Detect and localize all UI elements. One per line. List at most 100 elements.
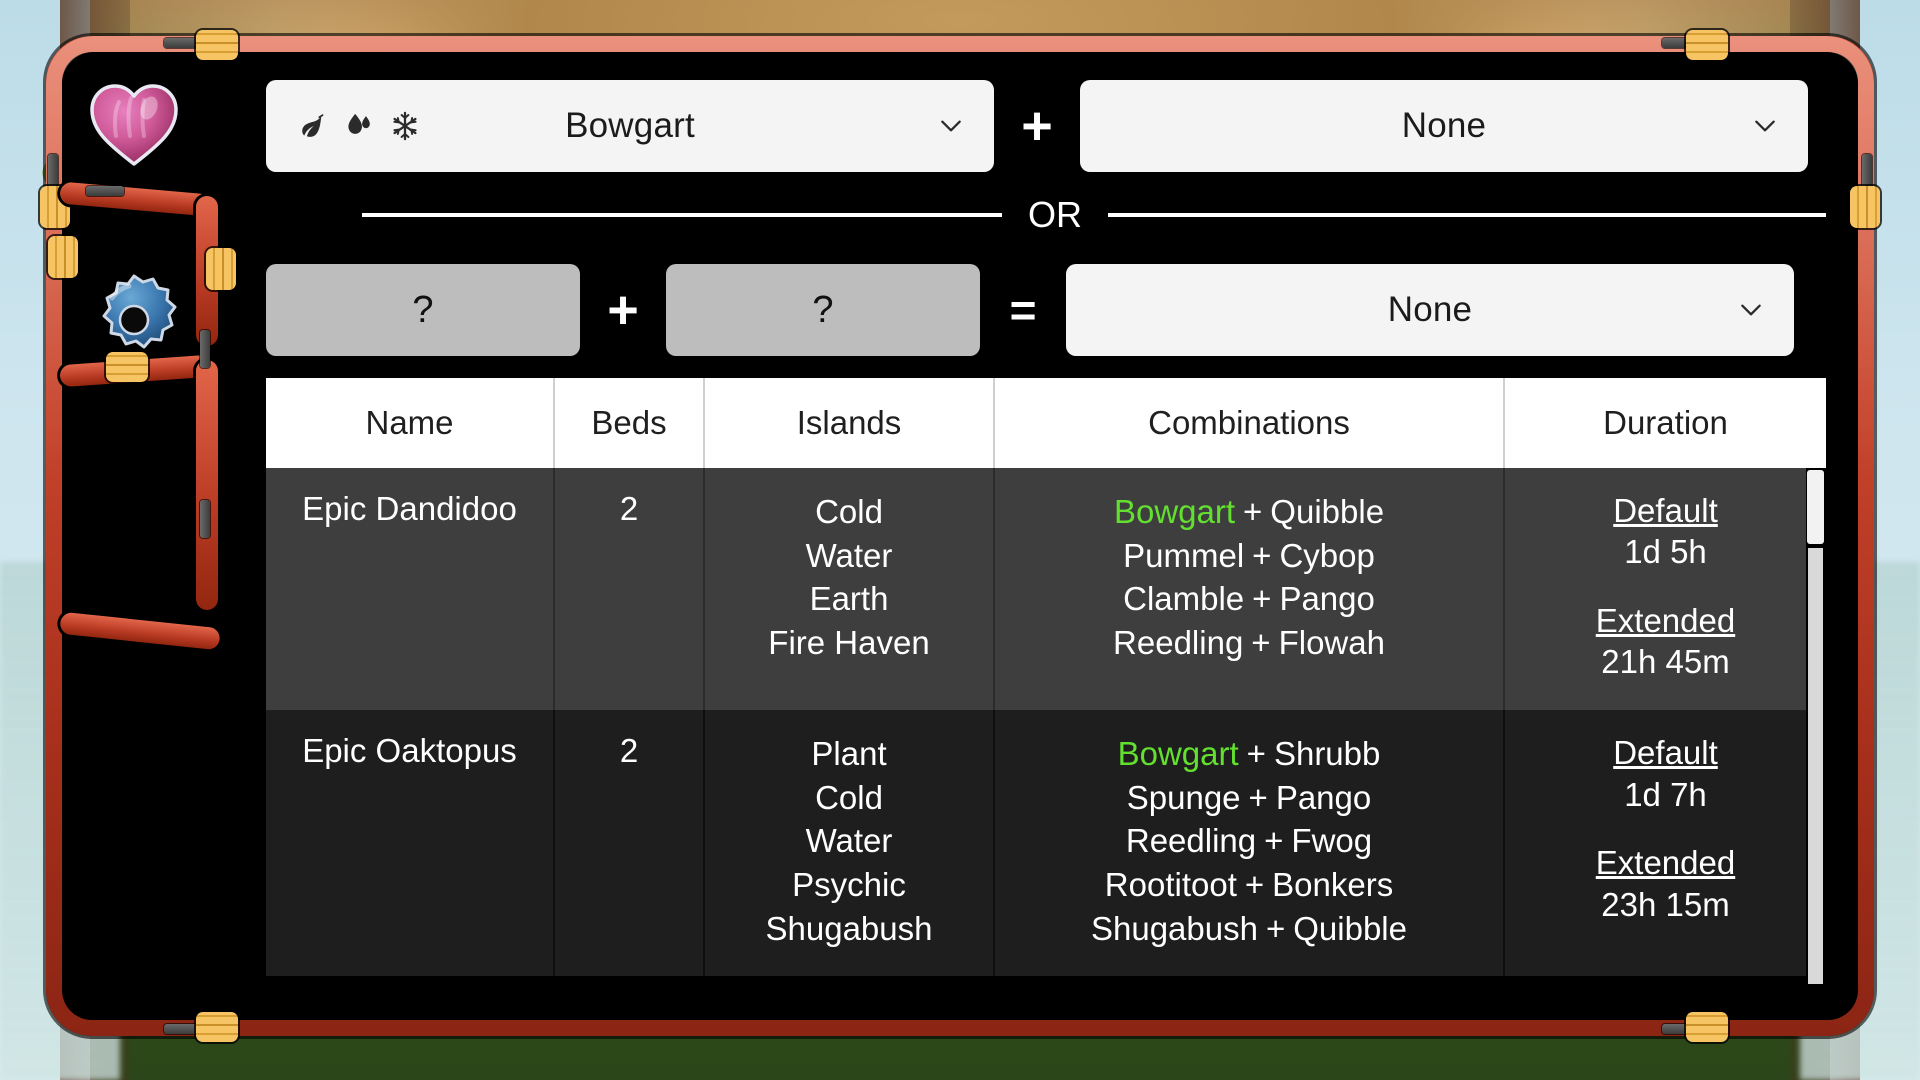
main-panel: Bowgart + None OR ? + ? = None Name Beds… bbox=[78, 62, 1842, 1010]
combination-plus: + bbox=[1264, 822, 1284, 860]
or-line-left bbox=[362, 213, 1002, 217]
or-label: OR bbox=[1028, 194, 1082, 235]
column-header-islands[interactable]: Islands bbox=[704, 378, 995, 468]
unknown-parent-b[interactable]: ? bbox=[666, 264, 980, 356]
island-name: Shugabush bbox=[765, 909, 933, 947]
table-row[interactable]: Epic Dandidoo 2 Cold Water Earth Fire Haven Bo… bbox=[266, 468, 1826, 711]
combination-entry: Clamble + Pango bbox=[1003, 577, 1495, 621]
island-name: Water bbox=[805, 536, 893, 574]
combination-plus: + bbox=[1243, 493, 1263, 530]
combination-parent-b: Flowah bbox=[1278, 623, 1385, 661]
result-select[interactable]: None bbox=[1066, 264, 1794, 356]
column-header-name[interactable]: Name bbox=[266, 378, 555, 468]
cell-islands: Cold Water Earth Fire Haven bbox=[704, 468, 995, 711]
breeding-selector-row-top: Bowgart + None bbox=[266, 80, 1826, 172]
combination-parent-b: Pango bbox=[1279, 580, 1375, 618]
rail-band bbox=[200, 500, 210, 538]
duration-default-label: Default bbox=[1613, 734, 1718, 772]
combination-entry: Reedling + Fwog bbox=[1003, 819, 1495, 863]
combination-parent-a: Shugabush bbox=[1090, 909, 1258, 947]
plus-operator-top: + bbox=[1021, 96, 1053, 156]
island-name: Cold bbox=[815, 778, 883, 816]
or-divider: OR bbox=[266, 172, 1826, 258]
app-root: Bowgart + None OR ? + ? = None Name Beds… bbox=[0, 0, 1920, 1080]
cell-name: Epic Dandidoo bbox=[266, 468, 555, 711]
frame-strap bbox=[1850, 186, 1880, 228]
combination-plus: + bbox=[1252, 580, 1272, 618]
island-name: Cold bbox=[815, 493, 883, 530]
cell-name: Epic Oaktopus bbox=[266, 710, 555, 977]
combination-parent-a: Spunge bbox=[1126, 778, 1241, 816]
frame-strap bbox=[1686, 1012, 1728, 1042]
monster-b-select[interactable]: None bbox=[1080, 80, 1808, 172]
or-line-right bbox=[1108, 213, 1826, 217]
combination-parent-a: Bowgart bbox=[1113, 493, 1236, 530]
column-header-combinations[interactable]: Combinations bbox=[994, 378, 1505, 468]
cell-islands: Plant Cold Water Psychic Shugabush bbox=[704, 710, 995, 977]
cold-icon bbox=[390, 111, 420, 141]
duration-spacer bbox=[1513, 816, 1818, 842]
table-row[interactable]: Epic Oaktopus 2 Plant Cold Water Psychic Shuga… bbox=[266, 710, 1826, 977]
panel-content: Bowgart + None OR ? + ? = None Name Beds… bbox=[266, 80, 1826, 986]
combination-entry: Shugabush + Quibble bbox=[1003, 907, 1495, 951]
sidebar-item-favorites[interactable] bbox=[82, 74, 186, 178]
monster-b-value: None bbox=[1401, 106, 1487, 145]
plant-icon bbox=[296, 111, 326, 141]
combination-plus: + bbox=[1246, 735, 1266, 773]
rail-strap bbox=[48, 236, 78, 278]
duration-extended-label: Extended bbox=[1595, 844, 1736, 882]
combination-plus: + bbox=[1248, 778, 1268, 816]
duration-extended-value: 21h 45m bbox=[1601, 643, 1730, 681]
frame-strap bbox=[1686, 30, 1728, 60]
combination-entry: Rootitoot + Bonkers bbox=[1003, 863, 1495, 907]
frame-strap bbox=[196, 30, 238, 60]
table-header: Name Beds Islands Combinations Duration bbox=[266, 378, 1826, 468]
table-scrollbar[interactable] bbox=[1806, 468, 1826, 986]
frame-strap bbox=[196, 1012, 238, 1042]
combination-parent-a: Reedling bbox=[1113, 623, 1244, 661]
cell-combinations: Bowgart + Quibble Pummel + Cybop Clamble + Pango… bbox=[994, 468, 1505, 711]
combination-plus: + bbox=[1251, 623, 1271, 661]
equals-operator: = bbox=[1009, 284, 1037, 336]
duration-spacer bbox=[1513, 574, 1818, 600]
result-value: None bbox=[1387, 290, 1473, 329]
chevron-down-icon[interactable] bbox=[1738, 297, 1764, 323]
unknown-parent-a[interactable]: ? bbox=[266, 264, 580, 356]
duration-default-value: 1d 5h bbox=[1624, 533, 1707, 571]
combination-parent-a: Reedling bbox=[1125, 822, 1257, 860]
duration-default-label: Default bbox=[1613, 492, 1718, 529]
table-header-row: Name Beds Islands Combinations Duration bbox=[266, 378, 1826, 468]
island-name: Psychic bbox=[792, 866, 906, 904]
cell-combinations: Bowgart + Shrubb Spunge + Pango Reedling + Fwog R… bbox=[994, 710, 1505, 977]
cell-beds: 2 bbox=[554, 710, 705, 977]
island-name: Plant bbox=[811, 735, 887, 773]
combination-parent-b: Fwog bbox=[1291, 822, 1373, 860]
column-header-duration[interactable]: Duration bbox=[1504, 378, 1826, 468]
duration-default-value: 1d 7h bbox=[1624, 775, 1707, 813]
chevron-down-icon[interactable] bbox=[938, 113, 964, 139]
monster-a-select[interactable]: Bowgart bbox=[266, 80, 994, 172]
combination-parent-b: Bonkers bbox=[1272, 866, 1394, 904]
combination-parent-b: Shrubb bbox=[1273, 735, 1381, 773]
combination-parent-a: Pummel bbox=[1123, 536, 1245, 574]
combination-parent-a: Bowgart bbox=[1117, 735, 1239, 773]
breeding-selector-row-bottom: ? + ? = None bbox=[266, 264, 1826, 356]
chevron-down-icon[interactable] bbox=[1752, 113, 1778, 139]
rail-strap bbox=[106, 352, 148, 382]
cell-duration: Default 1d 5h Extended 21h 45m bbox=[1504, 468, 1826, 711]
combination-entry: Bowgart + Quibble bbox=[1003, 490, 1495, 534]
combination-parent-b: Cybop bbox=[1279, 536, 1375, 574]
scrollbar-thumb[interactable] bbox=[1807, 470, 1824, 544]
combination-entry: Bowgart + Shrubb bbox=[1003, 732, 1495, 776]
plus-operator-bottom: + bbox=[607, 280, 639, 340]
column-header-beds[interactable]: Beds bbox=[554, 378, 705, 468]
combination-plus: + bbox=[1265, 909, 1286, 947]
cell-beds: 2 bbox=[554, 468, 705, 711]
combination-parent-a: Rootitoot bbox=[1104, 866, 1237, 904]
combination-parent-b: Quibble bbox=[1293, 909, 1407, 947]
combination-plus: + bbox=[1252, 536, 1272, 574]
scrollbar-track[interactable] bbox=[1808, 548, 1823, 984]
combination-parent-b: Quibble bbox=[1270, 493, 1385, 530]
island-name: Water bbox=[805, 822, 893, 860]
combination-entry: Pummel + Cybop bbox=[1003, 534, 1495, 578]
